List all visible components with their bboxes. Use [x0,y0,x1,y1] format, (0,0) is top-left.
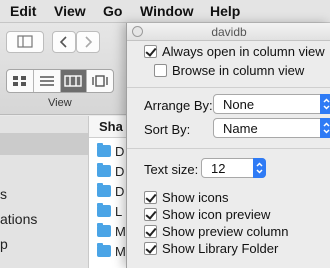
checkbox-label: Always open in column view [162,44,325,59]
view-mode-control [6,69,114,93]
column-view-button[interactable] [60,70,88,92]
text-size-value: 12 [211,161,226,176]
folder-icon [97,243,111,257]
cover-flow-view-button[interactable] [87,70,113,92]
chevron-right-icon [85,36,93,48]
cover-flow-icon [92,75,108,87]
checkbox-box[interactable] [144,191,157,204]
icon-grid-icon [12,76,26,86]
sidebar-item-applications[interactable]: ations [0,211,37,227]
checkbox-label: Browse in column view [172,63,305,78]
checkbox-label: Show preview column [162,224,289,239]
checkbox-label: Show Library Folder [162,241,279,256]
popup-arrows-icon [320,94,330,114]
folder-icon [97,183,111,197]
text-size-label: Text size: [144,162,199,177]
divider [127,87,330,88]
checkbox-box[interactable] [154,64,167,77]
sidebar-icon [17,35,33,48]
checkbox-box[interactable] [144,45,157,58]
sidebar-toggle-button[interactable] [6,31,44,53]
columns-icon [64,75,83,87]
folder-icon [97,223,111,237]
finder-sidebar: s ations p [0,116,88,268]
menu-window[interactable]: Window [140,3,194,19]
view-options-panel: davidb Always open in column view Browse… [126,23,330,268]
sort-by-popup[interactable]: Name [213,118,330,138]
popup-arrows-icon [253,158,266,178]
arrange-by-value: None [223,97,255,112]
list-icon [39,76,54,86]
panel-title: davidb [211,25,247,39]
arrange-by-popup[interactable]: None [213,94,330,114]
menu-edit[interactable]: Edit [10,3,36,19]
sidebar-item[interactable]: s [0,186,7,202]
menu-view[interactable]: View [54,3,86,19]
icon-view-button[interactable] [7,70,34,92]
menu-bar: Edit View Go Window Help [0,0,330,23]
popup-arrows-icon [320,118,330,138]
view-label: View [48,97,72,109]
menu-help[interactable]: Help [210,3,240,19]
chevron-left-icon [59,36,67,48]
checkbox-box[interactable] [144,242,157,255]
arrange-by-label: Arrange By: [144,98,213,113]
folder-icon [97,163,111,177]
panel-titlebar: davidb [127,23,330,41]
folder-icon [97,143,111,157]
sidebar-item-desktop[interactable]: p [0,236,8,252]
checkbox-box[interactable] [144,208,157,221]
divider [127,148,330,149]
forward-button[interactable] [76,31,100,53]
menu-go[interactable]: Go [103,3,122,19]
text-size-popup[interactable]: 12 [201,158,266,178]
list-header-label: Sha [99,119,123,134]
sort-by-value: Name [223,121,258,136]
list-view-button[interactable] [34,70,61,92]
back-button[interactable] [52,31,76,53]
checkbox-label: Show icons [162,190,229,205]
checkbox-label: Show icon preview [162,207,271,222]
sort-by-label: Sort By: [144,122,191,137]
sidebar-selected-row[interactable] [0,133,88,155]
checkbox-box[interactable] [144,225,157,238]
folder-icon [97,203,111,217]
